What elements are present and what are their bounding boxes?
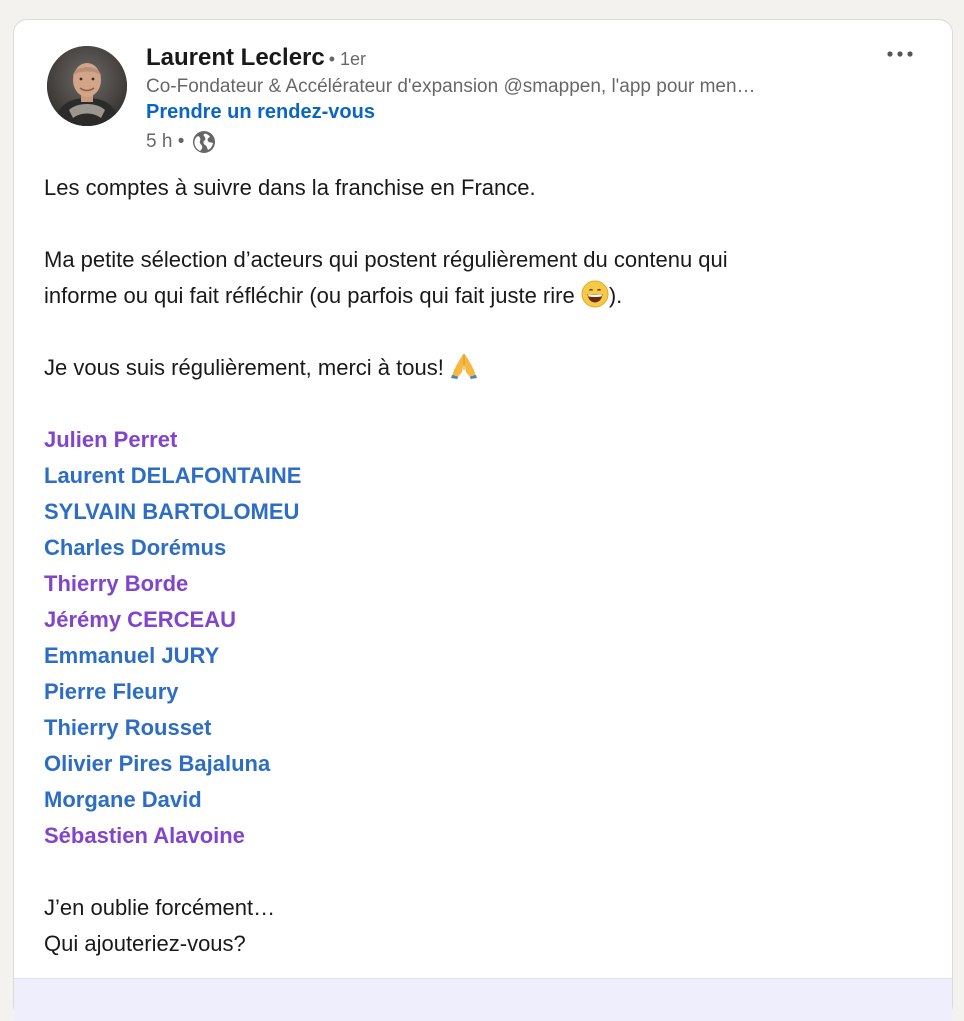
more-options-icon <box>887 51 913 57</box>
mention-julien-perret[interactable]: Julien Perret <box>44 422 924 458</box>
post-thanks: Je vous suis régulièrement, merci à tous… <box>44 350 924 386</box>
post-paragraph-selection: Ma petite sélection d’acteurs qui posten… <box>44 247 728 308</box>
mention-jeremy-cerceau[interactable]: Jérémy CERCEAU <box>44 602 924 638</box>
mention-charles-doremus[interactable]: Charles Dorémus <box>44 530 924 566</box>
mention-laurent-delafontaine[interactable]: Laurent DELAFONTAINE <box>44 458 924 494</box>
grinning-emoji <box>581 280 609 308</box>
mention-morgane-david[interactable]: Morgane David <box>44 782 924 818</box>
post-closing-line: J’en oublie forcément… <box>44 895 276 920</box>
post-question: Qui ajouteriez-vous? <box>44 931 246 956</box>
connection-degree: • 1er <box>328 49 367 69</box>
mention-sebastien-alavoine[interactable]: Sébastien Alavoine <box>44 818 924 854</box>
post-body: Les comptes à suivre dans la franchise e… <box>44 170 924 962</box>
post-time: 5 h • <box>146 131 185 152</box>
post-meta: 5 h • <box>146 130 216 154</box>
more-options-button[interactable] <box>882 40 918 68</box>
folded-hands-emoji <box>450 350 478 379</box>
post-footer-strip <box>14 978 952 1021</box>
author-headline: Co-Fondateur & Accélérateur d'expansion … <box>146 76 756 97</box>
avatar-photo <box>47 46 127 126</box>
author-name[interactable]: Laurent Leclerc • 1er <box>146 44 366 72</box>
author-name-text[interactable]: Laurent Leclerc <box>146 44 325 71</box>
author-avatar[interactable] <box>47 46 127 126</box>
mention-emmanuel-jury[interactable]: Emmanuel JURY <box>44 638 924 674</box>
book-appointment-link[interactable]: Prendre un rendez-vous <box>146 101 375 124</box>
mention-pierre-fleury[interactable]: Pierre Fleury <box>44 674 924 710</box>
mention-thierry-rousset[interactable]: Thierry Rousset <box>44 710 924 746</box>
globe-icon <box>192 130 216 154</box>
mention-olivier-pires-bajaluna[interactable]: Olivier Pires Bajaluna <box>44 746 924 782</box>
post-card: Laurent Leclerc • 1er Co-Fondateur & Accé… <box>13 19 953 1021</box>
mention-thierry-borde[interactable]: Thierry Borde <box>44 566 924 602</box>
mention-sylvain-bartolomeu[interactable]: SYLVAIN BARTOLOMEU <box>44 494 924 530</box>
post-intro: Les comptes à suivre dans la franchise e… <box>44 175 536 200</box>
mentions-list: Julien Perret Laurent DELAFONTAINE SYLVA… <box>44 422 924 854</box>
